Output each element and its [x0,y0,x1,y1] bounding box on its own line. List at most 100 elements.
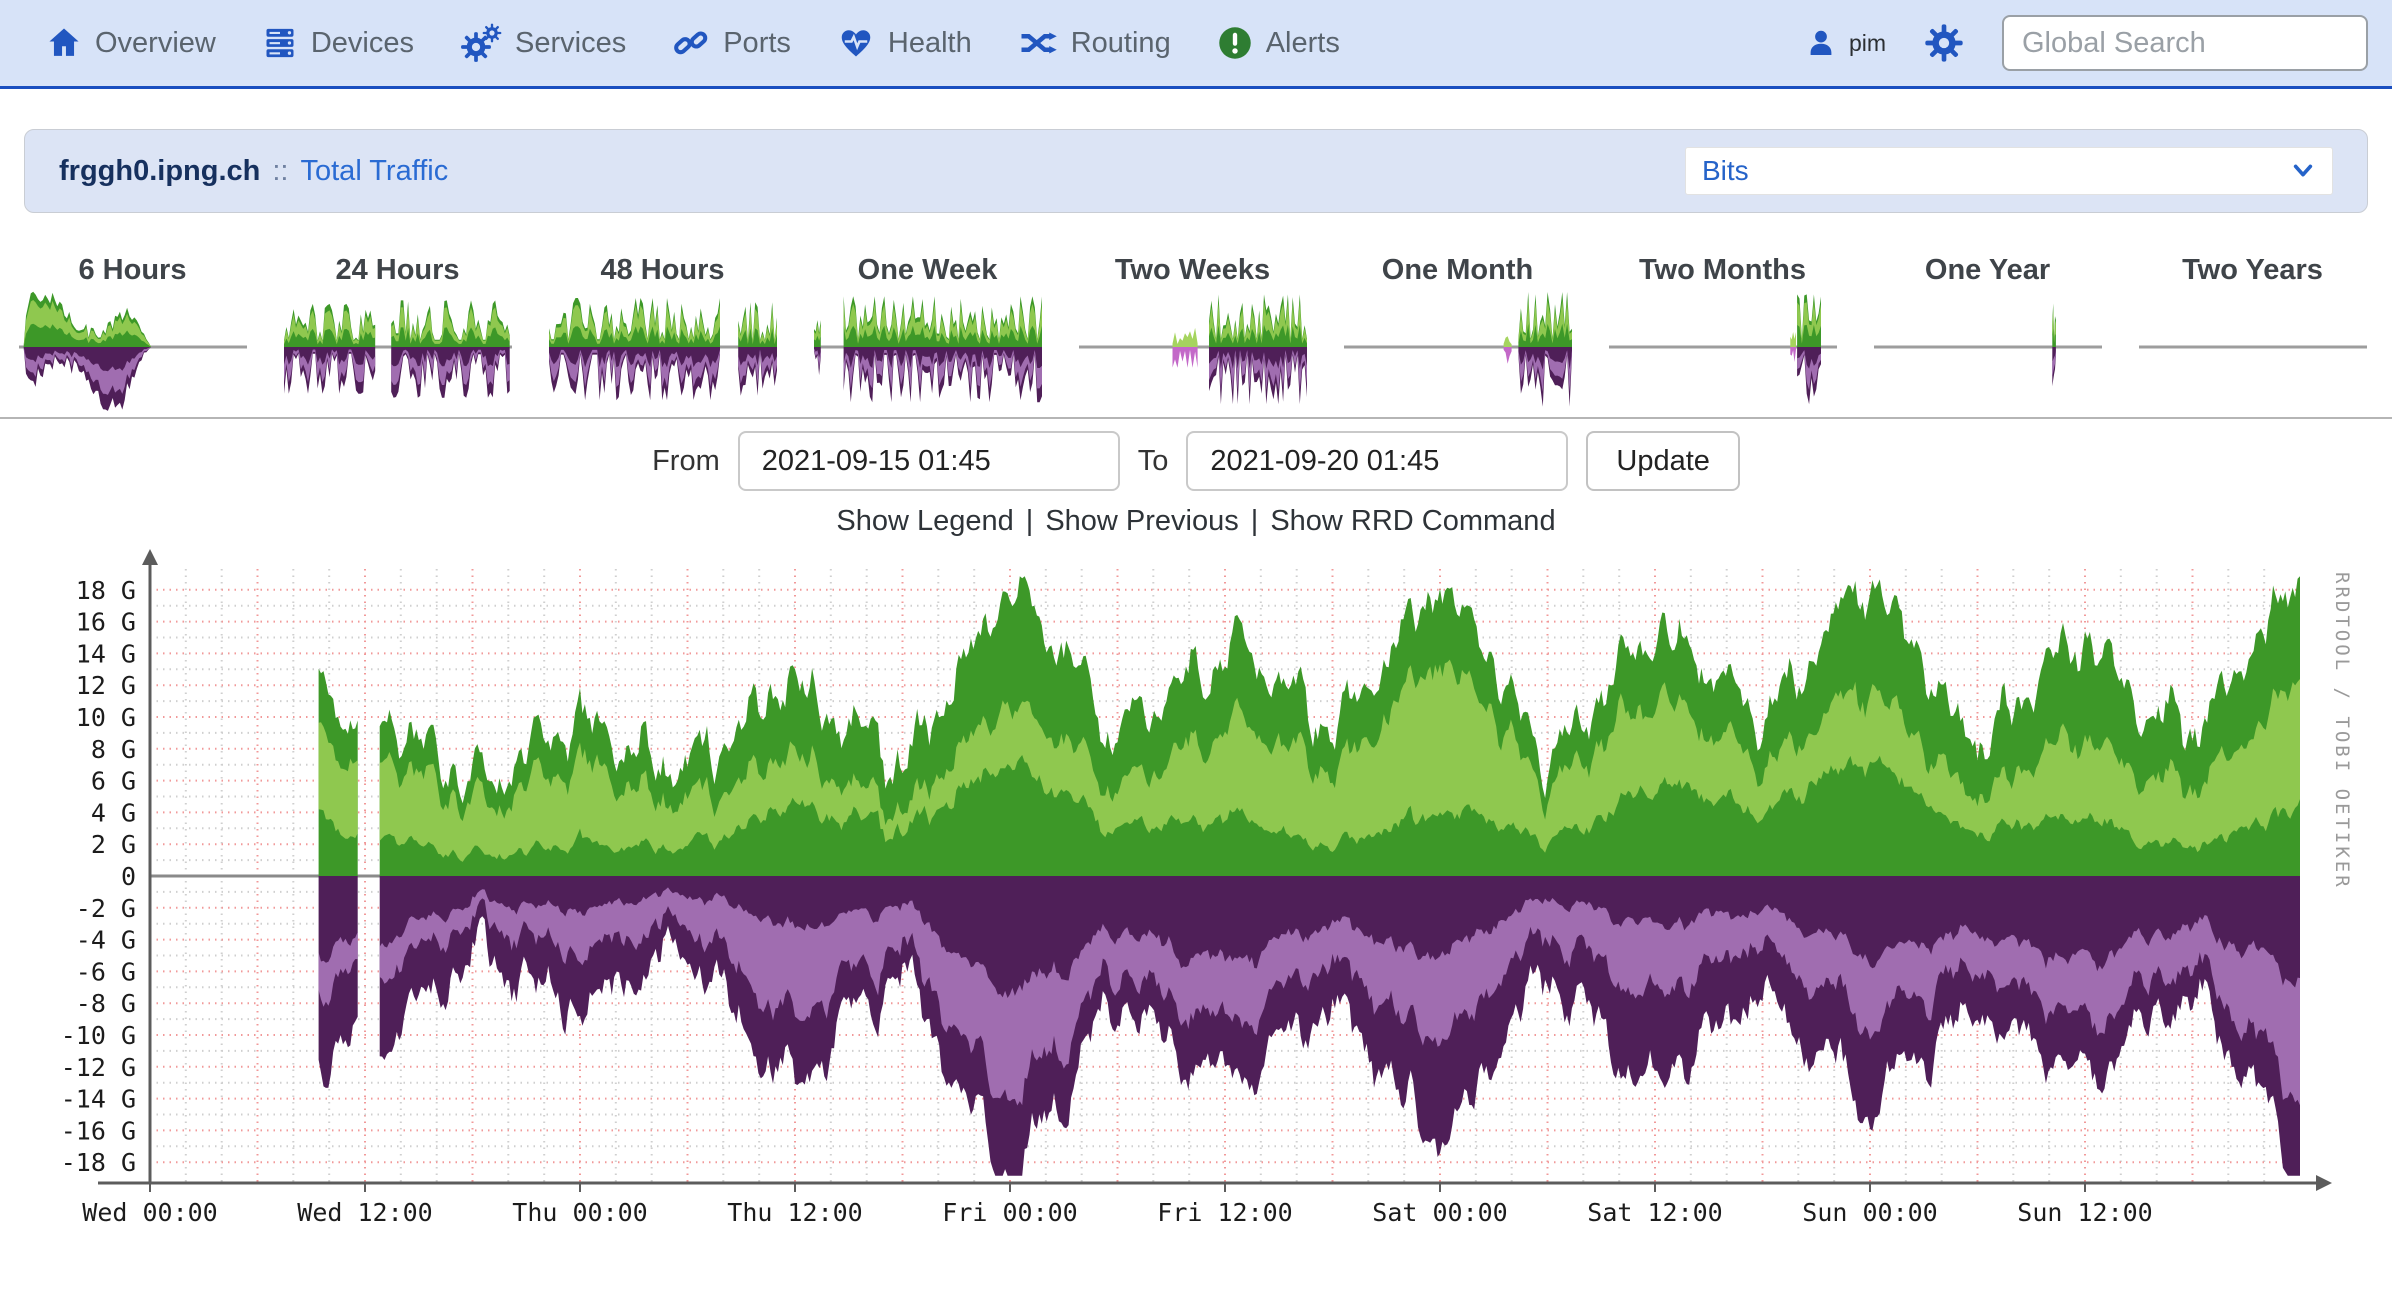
nav-item-label: Alerts [1266,27,1340,60]
mini-graph-one-week[interactable]: One Week [795,253,1060,417]
svg-text:Sun 12:00: Sun 12:00 [2017,1198,2152,1227]
svg-text:-12 G: -12 G [61,1053,136,1082]
mini-graph-6-hours[interactable]: 6 Hours [0,253,265,417]
svg-text:Fri 12:00: Fri 12:00 [1157,1198,1292,1227]
nav-item-devices[interactable]: Devices [262,25,414,61]
svg-text:Sat 12:00: Sat 12:00 [1587,1198,1722,1227]
svg-text:-2 G: -2 G [76,894,136,923]
settings-gear-icon[interactable] [1924,23,1964,63]
mini-graph-label: One Week [858,253,998,287]
ports-icon [672,25,710,61]
mini-graph-image [15,287,251,417]
mini-graph-label: One Year [1925,253,2050,287]
alert-icon [1217,25,1253,61]
mini-graph-image [1870,287,2106,417]
svg-text:-10 G: -10 G [61,1021,136,1050]
mini-graph-image [2135,287,2371,417]
mini-graph-image [1605,287,1841,417]
svg-text:Thu 00:00: Thu 00:00 [512,1198,647,1227]
svg-text:Wed 12:00: Wed 12:00 [297,1198,432,1227]
home-icon [46,25,82,61]
nav-item-services[interactable]: Services [460,23,626,63]
nav-item-label: Ports [723,27,791,60]
mini-graph-one-year[interactable]: One Year [1855,253,2120,417]
mini-graph-image [1340,287,1576,417]
show-rrd-command-link[interactable]: Show RRD Command [1270,505,1555,538]
breadcrumb-separator: :: [272,155,288,188]
link-separator: | [1026,505,1034,538]
svg-text:Fri 00:00: Fri 00:00 [942,1198,1077,1227]
svg-text:Wed 00:00: Wed 00:00 [82,1198,217,1227]
user-menu[interactable]: pim [1805,27,1886,59]
title-panel: frggh0.ipng.ch :: Total Traffic Bits [24,129,2368,213]
svg-text:4 G: 4 G [91,798,136,827]
svg-text:Sat 00:00: Sat 00:00 [1372,1198,1507,1227]
mini-graph-image [810,287,1046,417]
mini-graph-label: 24 Hours [335,253,459,287]
nav-item-label: Overview [95,27,216,60]
timeframe-mini-graphs: 6 Hours 24 Hours 48 Hours One Week Two Weeks… [0,253,2392,419]
mini-graph-label: Two Weeks [1115,253,1270,287]
chevron-down-icon [2290,160,2316,182]
nav-right: pim [1805,15,2368,71]
update-button[interactable]: Update [1586,431,1740,491]
nav-item-ports[interactable]: Ports [672,25,791,61]
from-date-input[interactable] [738,431,1120,491]
global-search-input[interactable] [2002,15,2368,71]
svg-text:-16 G: -16 G [61,1116,136,1145]
mini-graph-one-month[interactable]: One Month [1325,253,1590,417]
svg-text:14 G: 14 G [76,639,136,668]
show-legend-link[interactable]: Show Legend [836,505,1013,538]
mini-graph-two-years[interactable]: Two Years [2120,253,2385,417]
nav-item-overview[interactable]: Overview [46,25,216,61]
svg-text:Sun 00:00: Sun 00:00 [1802,1198,1937,1227]
nav-item-label: Services [515,27,626,60]
nav-item-routing[interactable]: Routing [1018,25,1171,61]
mini-graph-two-months[interactable]: Two Months [1590,253,1855,417]
mini-graph-24-hours[interactable]: 24 Hours [265,253,530,417]
to-date-input[interactable] [1186,431,1568,491]
mini-graph-image [1075,287,1311,417]
svg-text:-18 G: -18 G [61,1148,136,1177]
svg-text:Thu 12:00: Thu 12:00 [727,1198,862,1227]
mini-graph-label: Two Years [2182,253,2323,287]
nav-items: Overview Devices Services Ports [46,23,1340,63]
main-graph-container[interactable]: 18 G 16 G14 G 12 G 10 G 8 G 6 G4 G 2 G 0 -2 G -4 … [0,546,2392,1261]
nav-item-label: Routing [1071,27,1171,60]
svg-text:RRDTOOL / TOBI OETIKER: RRDTOOL / TOBI OETIKER [2331,572,2353,890]
nav-item-health[interactable]: Health [837,25,972,61]
unit-select-value: Bits [1702,155,1749,187]
svg-text:2 G: 2 G [91,830,136,859]
devices-icon [262,25,298,61]
page-title[interactable]: Total Traffic [301,155,449,188]
svg-text:8 G: 8 G [91,735,136,764]
services-icon [460,23,502,63]
svg-text:18 G: 18 G [76,576,136,605]
svg-text:0: 0 [121,862,136,891]
from-label: From [652,445,720,478]
mini-graph-label: One Month [1382,253,1533,287]
health-icon [837,25,875,61]
mini-graph-two-weeks[interactable]: Two Weeks [1060,253,1325,417]
unit-select[interactable]: Bits [1685,147,2333,195]
graph-links: Show Legend | Show Previous | Show RRD C… [0,505,2392,538]
svg-text:16 G: 16 G [76,608,136,637]
svg-text:-14 G: -14 G [61,1085,136,1114]
nav-item-alerts[interactable]: Alerts [1217,25,1340,61]
link-separator: | [1251,505,1259,538]
svg-text:12 G: 12 G [76,671,136,700]
show-previous-link[interactable]: Show Previous [1045,505,1238,538]
routing-icon [1018,25,1058,61]
device-name: frggh0.ipng.ch [59,155,260,188]
mini-graph-image [280,287,516,417]
svg-text:10 G: 10 G [76,703,136,732]
mini-graph-48-hours[interactable]: 48 Hours [530,253,795,417]
top-navbar: Overview Devices Services Ports [0,0,2392,89]
svg-text:-4 G: -4 G [76,926,136,955]
mini-graph-label: 6 Hours [79,253,187,287]
username: pim [1849,30,1886,57]
svg-text:6 G: 6 G [91,767,136,796]
svg-text:-6 G: -6 G [76,957,136,986]
traffic-graph: 18 G 16 G14 G 12 G 10 G 8 G 6 G4 G 2 G 0 -2 G -4 … [0,546,2392,1256]
range-controls: From To Update [0,419,2392,491]
